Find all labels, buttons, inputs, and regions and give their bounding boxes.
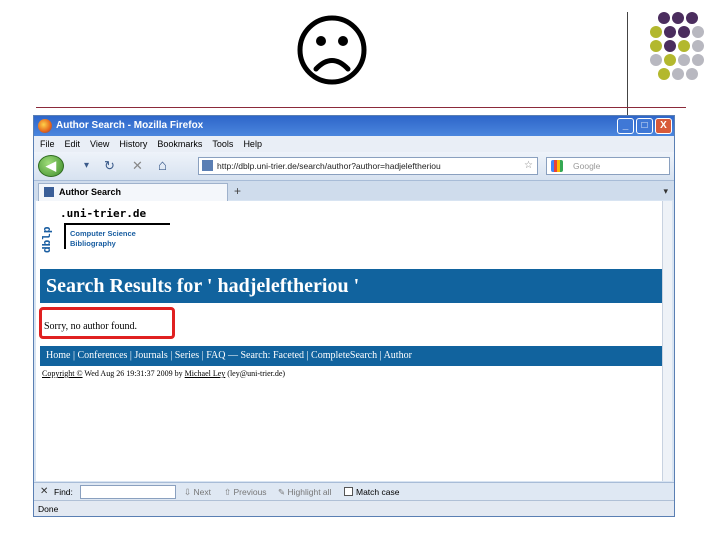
- match-case-label: Match case: [356, 487, 400, 497]
- highlight-all-button[interactable]: ✎ Highlight all: [278, 483, 331, 501]
- tab-bar: Author Search + ▾: [34, 180, 674, 201]
- find-next-button[interactable]: ⇩ Next: [184, 483, 211, 501]
- url-bar[interactable]: http://dblp.uni-trier.de/search/author?a…: [198, 157, 538, 175]
- tab-label: Author Search: [59, 187, 122, 197]
- slide-horizontal-rule: [36, 107, 686, 108]
- window-title: Author Search - Mozilla Firefox: [56, 120, 204, 131]
- author-link[interactable]: Michael Ley: [185, 369, 226, 378]
- title-bar[interactable]: Author Search - Mozilla Firefox _ □ X: [34, 116, 674, 136]
- menu-file[interactable]: File: [40, 136, 55, 152]
- menu-view[interactable]: View: [90, 136, 109, 152]
- browser-window: Author Search - Mozilla Firefox _ □ X Fi…: [33, 115, 675, 517]
- menu-tools[interactable]: Tools: [212, 136, 233, 152]
- find-next-label: Next: [193, 487, 211, 497]
- author-email[interactable]: (ley@uni-trier.de): [227, 369, 285, 378]
- bookmark-star-icon[interactable]: ☆: [524, 158, 533, 174]
- footer-navigation[interactable]: Home | Conferences | Journals | Series |…: [40, 346, 666, 366]
- find-previous-button[interactable]: ⇧ Previous: [224, 483, 267, 501]
- page-content: dblp .uni-trier.de Computer Science Bibl…: [36, 201, 672, 481]
- status-bar: Done: [34, 500, 674, 516]
- page-title: Search Results for ' hadjeleftheriou ': [40, 269, 666, 303]
- dblp-subtitle: Computer Science Bibliography: [70, 229, 136, 249]
- checkbox-icon: [344, 487, 353, 496]
- dblp-domain: .uni-trier.de: [60, 207, 147, 220]
- dblp-subtitle-line-1: Computer Science: [70, 229, 136, 238]
- copyright-link[interactable]: Copyright ©: [42, 369, 83, 378]
- search-placeholder: Google: [573, 161, 601, 171]
- sad-face-icon: [297, 15, 367, 85]
- copyright-date: Wed Aug 26 19:31:37 2009 by: [84, 369, 183, 378]
- minimize-button[interactable]: _: [617, 118, 634, 134]
- navigation-toolbar: ◀ ▾ ↻ ✕ ⌂ http://dblp.uni-trier.de/searc…: [34, 152, 674, 180]
- google-icon: [551, 160, 563, 172]
- firefox-logo-icon: [38, 119, 52, 133]
- history-dropdown-icon[interactable]: ▾: [84, 158, 89, 174]
- status-text: Done: [38, 504, 59, 514]
- find-label: Find:: [54, 487, 73, 497]
- menu-edit[interactable]: Edit: [65, 136, 81, 152]
- tab-favicon-icon: [44, 187, 54, 197]
- find-close-icon[interactable]: ✕: [40, 483, 48, 501]
- decorative-dot-grid: [650, 12, 710, 88]
- back-button[interactable]: ◀: [38, 155, 64, 177]
- logo-rule-horizontal: [64, 223, 170, 225]
- menu-bar: File Edit View History Bookmarks Tools H…: [34, 136, 674, 152]
- site-favicon-icon: [202, 160, 213, 171]
- copyright-line: Copyright © Wed Aug 26 19:31:37 2009 by …: [42, 369, 285, 378]
- reload-icon[interactable]: ↻: [104, 158, 115, 174]
- vertical-scrollbar[interactable]: [662, 201, 672, 481]
- find-bar: ✕ Find: ⇩ Next ⇧ Previous ✎ Highlight al…: [34, 482, 674, 500]
- slide-vertical-rule: [627, 12, 628, 116]
- logo-rule-vertical: [64, 223, 66, 249]
- dblp-logo[interactable]: dblp: [40, 211, 56, 254]
- highlight-all-label: Highlight all: [287, 487, 332, 497]
- menu-bookmarks[interactable]: Bookmarks: [157, 136, 202, 152]
- dblp-subtitle-line-2: Bibliography: [70, 239, 116, 248]
- window-controls: _ □ X: [617, 118, 672, 134]
- stop-icon[interactable]: ✕: [132, 158, 143, 174]
- maximize-button[interactable]: □: [636, 118, 653, 134]
- close-button[interactable]: X: [655, 118, 672, 134]
- match-case-checkbox[interactable]: Match case: [344, 483, 399, 501]
- find-input[interactable]: [80, 485, 176, 499]
- url-text: http://dblp.uni-trier.de/search/author?a…: [217, 161, 441, 171]
- new-tab-icon[interactable]: +: [234, 183, 241, 199]
- search-input[interactable]: Google: [546, 157, 670, 175]
- home-icon[interactable]: ⌂: [158, 158, 167, 174]
- highlight-annotation: [39, 307, 175, 339]
- tab-list-icon[interactable]: ▾: [663, 183, 668, 199]
- menu-history[interactable]: History: [119, 136, 147, 152]
- tab-author-search[interactable]: Author Search: [38, 183, 228, 201]
- menu-help[interactable]: Help: [243, 136, 262, 152]
- find-previous-label: Previous: [233, 487, 267, 497]
